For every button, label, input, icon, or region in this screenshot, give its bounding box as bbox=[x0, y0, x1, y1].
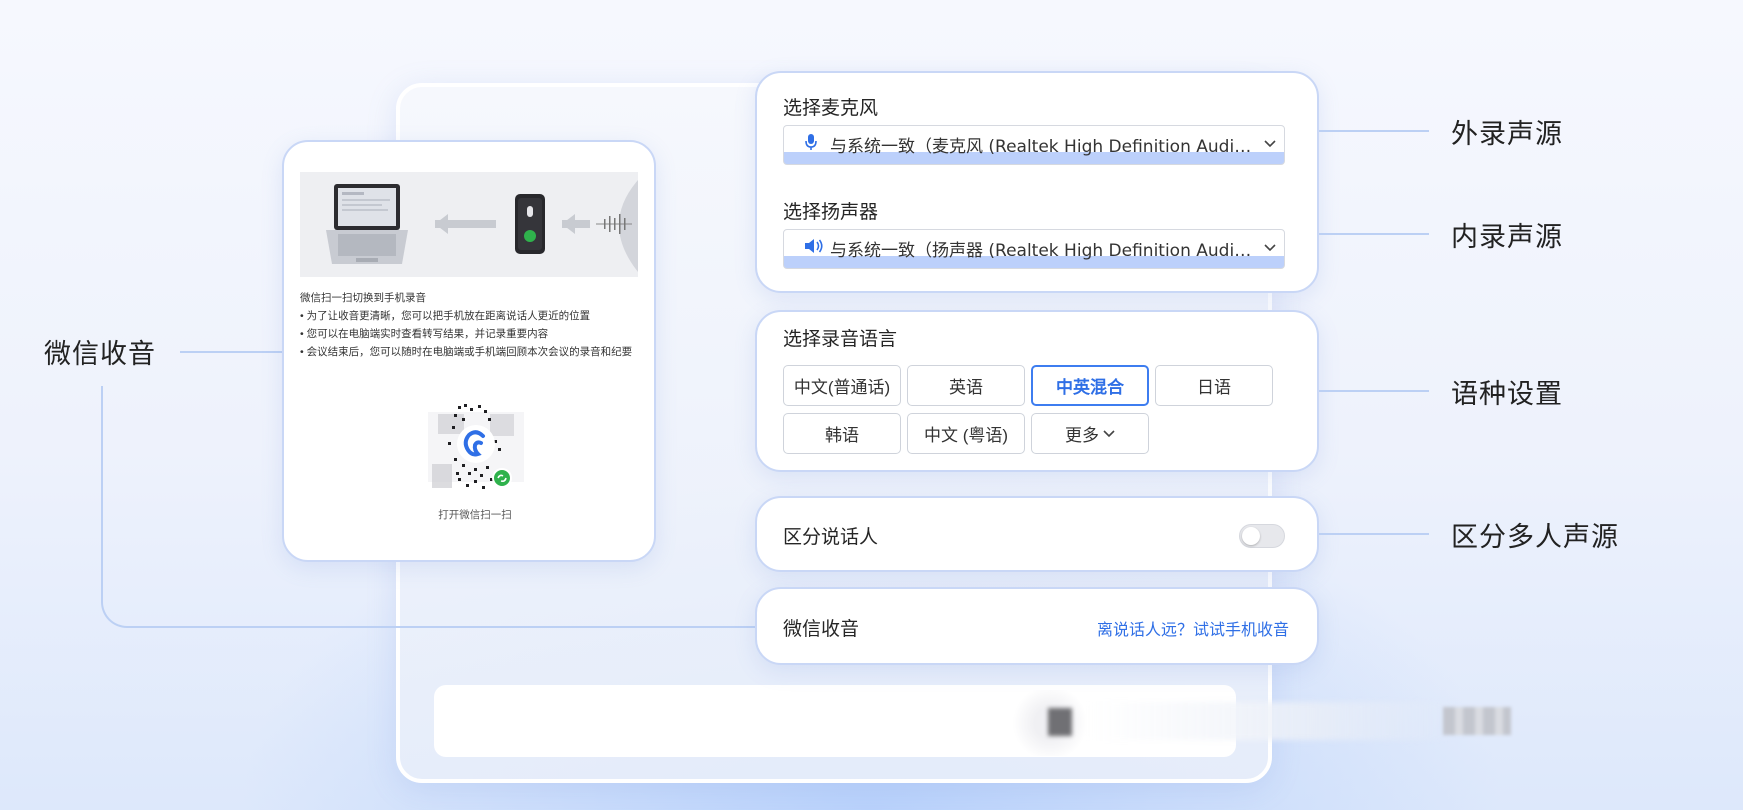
callout-line-multi-speaker bbox=[1319, 533, 1429, 535]
mic-select[interactable]: 与系统一致（麦克风 (Realtek High Definition Audio… bbox=[783, 125, 1285, 165]
lang-option-cantonese[interactable]: 中文 (粤语) bbox=[907, 413, 1025, 454]
blurred-strip bbox=[1090, 702, 1460, 740]
phone-record-link[interactable]: 离说话人远？试试手机收音 bbox=[1097, 616, 1289, 640]
callout-external-source: 外录声源 bbox=[1451, 119, 1563, 149]
speaker-diarization-label: 区分说话人 bbox=[783, 527, 879, 548]
speaker-diarization-toggle[interactable] bbox=[1239, 524, 1285, 548]
speaker-select-value: 与系统一致（扬声器 (Realtek High Definition Audio… bbox=[830, 240, 1260, 261]
speaker-icon bbox=[804, 238, 826, 258]
callout-line-external bbox=[1319, 130, 1429, 132]
language-label: 选择录音语言 bbox=[783, 329, 898, 350]
wechat-label: 微信收音 bbox=[783, 619, 860, 640]
callout-line-language bbox=[1319, 390, 1429, 392]
qr-code[interactable] bbox=[428, 402, 524, 496]
callout-wechat: 微信收音 bbox=[44, 339, 156, 369]
speaker-label: 选择扬声器 bbox=[783, 202, 879, 223]
lang-option-mandarin[interactable]: 中文(普通话) bbox=[783, 365, 901, 406]
lang-option-japanese[interactable]: 日语 bbox=[1155, 365, 1273, 406]
language-card: 选择录音语言 中文(普通话) 英语 中英混合 日语 韩语 中文 (粤语) 更多 bbox=[755, 310, 1319, 472]
lang-option-mixed[interactable]: 中英混合 bbox=[1031, 365, 1149, 406]
mic-label: 选择麦克风 bbox=[783, 98, 879, 119]
lang-more-label: 更多 bbox=[1065, 426, 1099, 445]
blurred-icon bbox=[1048, 708, 1072, 736]
preview-bullet-3: • 会议结束后，您可以随时在电脑端或手机端回顾本次会议的录音和纪要 bbox=[300, 346, 633, 358]
microphone-icon bbox=[804, 133, 826, 155]
lang-option-korean[interactable]: 韩语 bbox=[783, 413, 901, 454]
preview-title: 微信扫一扫切换到手机录音 bbox=[300, 292, 426, 304]
callout-language-setting: 语种设置 bbox=[1451, 379, 1563, 409]
callout-multi-speaker: 区分多人声源 bbox=[1451, 522, 1619, 552]
lang-option-english[interactable]: 英语 bbox=[907, 365, 1025, 406]
mic-select-value: 与系统一致（麦克风 (Realtek High Definition Audio… bbox=[830, 136, 1260, 157]
speaker-select[interactable]: 与系统一致（扬声器 (Realtek High Definition Audio… bbox=[783, 229, 1285, 269]
chevron-down-icon bbox=[1260, 137, 1276, 152]
wechat-record-card: 微信收音 离说话人远？试试手机收音 bbox=[755, 587, 1319, 665]
qr-caption: 打开微信扫一扫 bbox=[438, 509, 512, 521]
device-illustration bbox=[300, 172, 638, 277]
callout-line-internal bbox=[1319, 233, 1429, 235]
callout-line-wechat bbox=[180, 351, 283, 353]
audio-source-card: 选择麦克风 与系统一致（麦克风 (Realtek High Definition… bbox=[755, 71, 1319, 293]
blurred-text bbox=[1443, 707, 1511, 735]
speaker-diarization-card: 区分说话人 bbox=[755, 496, 1319, 572]
lang-option-more[interactable]: 更多 bbox=[1031, 413, 1149, 454]
toggle-knob bbox=[1242, 527, 1260, 545]
chevron-down-icon bbox=[1260, 241, 1276, 256]
preview-bullet-1: • 为了让收音更清晰，您可以把手机放在距离说话人更近的位置 bbox=[300, 310, 591, 322]
preview-bullet-2: • 您可以在电脑端实时查看转写结果，并记录重要内容 bbox=[300, 328, 549, 340]
chevron-down-icon bbox=[1103, 429, 1115, 438]
callout-internal-source: 内录声源 bbox=[1451, 222, 1563, 252]
